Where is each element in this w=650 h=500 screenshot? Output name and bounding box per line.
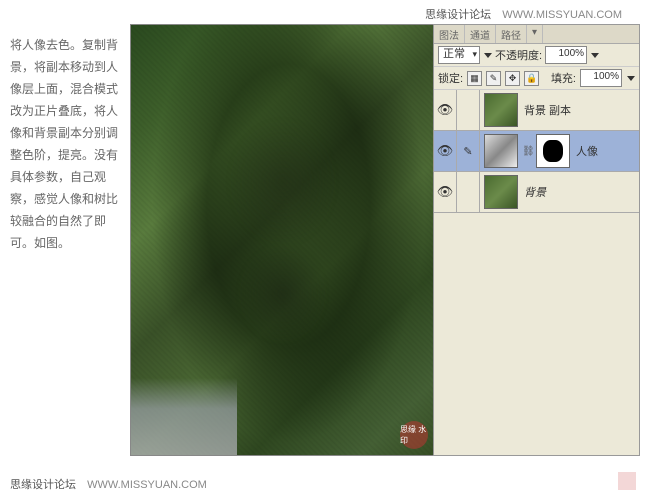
tab-paths[interactable]: 路径 (496, 25, 527, 43)
edit-indicator (457, 172, 480, 212)
layer-row[interactable]: 👁 背景 副本 (434, 90, 639, 131)
fill-flyout-icon[interactable] (627, 76, 635, 81)
instruction-text: 将人像去色。复制背景，将副本移动到人像层上面，混合模式改为正片叠底，将人像和背景… (10, 34, 120, 254)
blend-flyout-icon[interactable] (484, 53, 492, 58)
tab-channels[interactable]: 通道 (465, 25, 496, 43)
edit-indicator (457, 90, 480, 130)
panel-tab-bar: 图法 通道 路径 ▾ (434, 25, 639, 44)
layer-thumbnail[interactable] (484, 175, 518, 209)
layer-thumbnail[interactable] (484, 134, 518, 168)
layers-panel: 图法 通道 路径 ▾ 正常 不透明度: 100% 锁定: ▦ ✎ ✥ 🔒 填充:… (433, 24, 640, 456)
footer-forum-name: 思缘设计论坛 (10, 479, 76, 491)
layer-row[interactable]: 👁 背景 (434, 172, 639, 213)
opacity-flyout-icon[interactable] (591, 53, 599, 58)
opacity-label: 不透明度: (495, 47, 542, 63)
footer-watermark (618, 472, 636, 490)
layer-thumbnail[interactable] (484, 93, 518, 127)
tab-layers[interactable]: 图法 (434, 25, 465, 43)
layer-mask-thumbnail[interactable] (536, 134, 570, 168)
edit-indicator-icon: ✎ (457, 131, 480, 171)
layer-row[interactable]: 👁 ✎ ⛓ 人像 (434, 131, 639, 172)
document-canvas[interactable]: 思缘 水印 (130, 24, 435, 456)
visibility-toggle-icon[interactable]: 👁 (434, 131, 457, 171)
lock-label: 锁定: (438, 70, 463, 86)
opacity-input[interactable]: 100% (545, 46, 587, 64)
canvas-background-fragment (131, 378, 237, 455)
blend-mode-dropdown[interactable]: 正常 (438, 46, 480, 64)
layer-list: 👁 背景 副本 👁 ✎ ⛓ 人像 👁 背景 (434, 90, 639, 213)
watermark-stamp: 思缘 水印 (400, 421, 428, 449)
header-url: WWW.MISSYUAN.COM (502, 9, 622, 21)
visibility-toggle-icon[interactable]: 👁 (434, 90, 457, 130)
layer-name-label[interactable]: 背景 (522, 184, 546, 200)
link-icon[interactable]: ⛓ (522, 146, 532, 157)
canvas-artwork (186, 77, 380, 378)
fill-label: 填充: (551, 70, 576, 86)
header-forum-name: 思缘设计论坛 (425, 9, 491, 21)
layer-name-label[interactable]: 人像 (574, 143, 598, 159)
layer-name-label[interactable]: 背景 副本 (522, 102, 571, 118)
lock-transparency-icon[interactable]: ▦ (467, 71, 482, 86)
footer-url: WWW.MISSYUAN.COM (87, 479, 207, 491)
lock-paint-icon[interactable]: ✎ (486, 71, 501, 86)
lock-position-icon[interactable]: ✥ (505, 71, 520, 86)
fill-input[interactable]: 100% (580, 69, 622, 87)
lock-all-icon[interactable]: 🔒 (524, 71, 539, 86)
tab-more[interactable]: ▾ (527, 25, 543, 43)
visibility-toggle-icon[interactable]: 👁 (434, 172, 457, 212)
